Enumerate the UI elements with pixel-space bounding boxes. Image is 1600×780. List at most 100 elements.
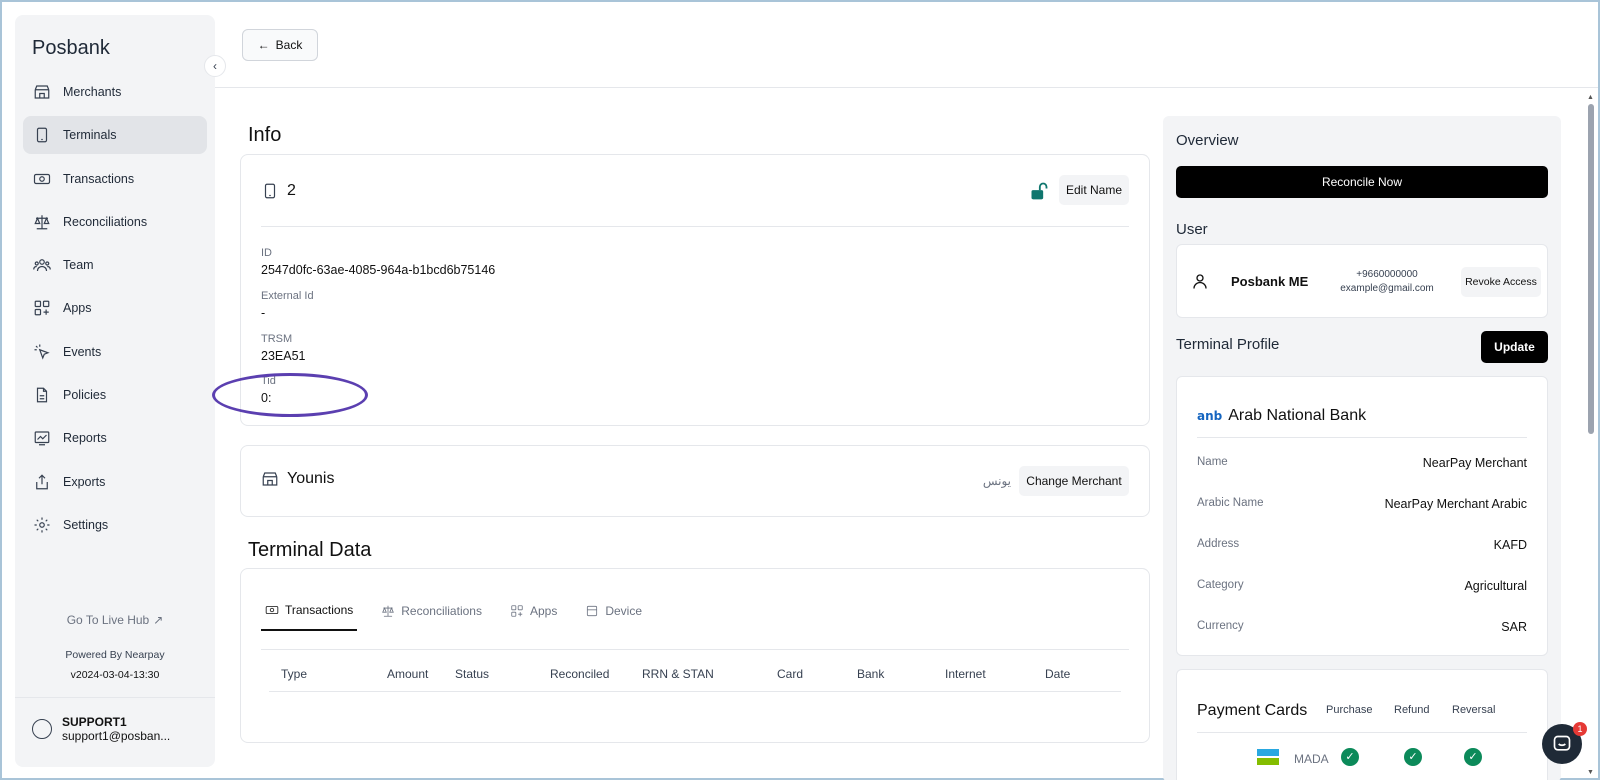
sidebar-item-label: Terminals: [63, 128, 117, 143]
id-value: 2547d0fc-63ae-4085-964a-b1bcd6b75146: [261, 263, 496, 277]
highlight-oval: [212, 373, 368, 417]
terminal-data-title: Terminal Data: [248, 539, 372, 561]
profile-label: Currency: [1197, 620, 1244, 632]
sidebar-item-team[interactable]: Team: [23, 246, 207, 284]
sidebar-item-label: Exports: [63, 474, 106, 489]
gear-icon: [34, 517, 50, 533]
merchant-arabic-name: يونس: [982, 474, 1011, 488]
unlock-icon[interactable]: [1029, 181, 1049, 201]
profile-row-arabic-name: Arabic Name NearPay Merchant Arabic: [1197, 497, 1527, 517]
device-icon: [587, 605, 598, 617]
chart-icon: [34, 431, 50, 446]
external-link-icon: ↗: [153, 613, 164, 627]
tab-label: Reconciliations: [401, 604, 482, 618]
sidebar-item-label: Settings: [63, 517, 109, 532]
column-header: RRN & STAN: [642, 667, 714, 681]
sidebar-item-reconciliations[interactable]: Reconciliations: [23, 203, 207, 241]
payment-cards-card: Payment Cards Purchase Refund Reversal M…: [1176, 669, 1548, 780]
banknote-icon: [33, 173, 51, 184]
external-id-label: External Id: [261, 290, 314, 302]
profile-label: Address: [1197, 538, 1240, 550]
tablet-icon: [36, 127, 48, 143]
user-avatar-icon: [32, 719, 52, 739]
sidebar-item-settings[interactable]: Settings: [23, 506, 207, 544]
profile-value: KAFD: [1493, 538, 1527, 552]
update-button[interactable]: Update: [1481, 331, 1548, 363]
go-live-label: Go To Live Hub: [66, 613, 150, 627]
sidebar-item-label: Events: [63, 344, 102, 359]
scale-icon: [34, 215, 50, 230]
profile-row-category: Category Agricultural: [1197, 579, 1527, 599]
external-id-value: -: [261, 306, 266, 320]
tab-label: Apps: [529, 604, 558, 618]
column-header: Type: [281, 667, 308, 681]
sidebar-item-exports[interactable]: Exports: [23, 463, 207, 501]
topbar: ← Back: [215, 2, 1598, 88]
sidebar-item-merchants[interactable]: Merchants: [23, 73, 207, 111]
sidebar-item-reports[interactable]: Reports: [23, 419, 207, 457]
share-icon: [36, 474, 48, 490]
reconcile-now-button[interactable]: Reconcile Now: [1176, 166, 1548, 198]
sidebar-item-events[interactable]: Events: [23, 333, 207, 371]
arrow-left-icon: ←: [257, 38, 270, 52]
profile-value: NearPay Merchant: [1422, 456, 1527, 470]
column-header: Reconciled: [550, 667, 610, 681]
column-header: Internet: [945, 667, 986, 681]
sidebar-item-label: Merchants: [63, 85, 122, 99]
tab-device[interactable]: Device: [581, 603, 646, 631]
sidebar-item-policies[interactable]: Policies: [23, 376, 207, 414]
back-button[interactable]: ← Back: [242, 29, 318, 61]
mada-logo-icon: [1257, 749, 1279, 765]
revoke-access-button[interactable]: Revoke Access: [1461, 267, 1541, 297]
profile-row-name: Name NearPay Merchant: [1197, 456, 1527, 476]
column-header: Date: [1045, 667, 1071, 681]
tab-transactions[interactable]: Transactions: [261, 603, 358, 631]
merchant-name: Younis: [287, 470, 335, 487]
chat-notification-badge: 1: [1573, 722, 1587, 736]
terminal-name-row: 2: [261, 181, 296, 201]
page-scrollbar[interactable]: ▲ ▼: [1586, 94, 1596, 776]
tab-label: Transactions: [285, 603, 354, 617]
assigned-user-name: Posbank ME: [1231, 274, 1309, 289]
scroll-down-arrow-icon[interactable]: ▼: [1587, 769, 1594, 776]
column-header: Bank: [857, 667, 885, 681]
tab-apps[interactable]: Apps: [506, 603, 561, 631]
bank-divider: [1197, 437, 1527, 438]
profile-label: Category: [1197, 579, 1244, 591]
users-icon: [33, 259, 51, 272]
scroll-up-arrow-icon[interactable]: ▲: [1587, 94, 1594, 101]
overview-panel: Overview Reconcile Now User Posbank ME +…: [1163, 116, 1561, 780]
brand-title: Posbank: [32, 37, 110, 59]
scroll-thumb[interactable]: [1588, 104, 1594, 434]
scale-icon: [382, 605, 395, 617]
powered-by: Powered By Nearpay: [65, 649, 165, 661]
current-user[interactable]: SUPPORT1 support1@posban...: [32, 715, 170, 743]
profile-row-address: Address KAFD: [1197, 538, 1527, 558]
transactions-table-header: Type Amount Status Reconciled RRN & STAN…: [261, 661, 1129, 691]
pointer-click-icon: [34, 344, 50, 360]
terminal-data-card: Transactions Reconciliations Apps Device…: [240, 568, 1150, 743]
bank-logo: anb: [1197, 409, 1223, 423]
terminal-name: 2: [287, 182, 296, 199]
user-icon: [1193, 274, 1207, 289]
tablet-icon: [264, 183, 276, 199]
trsm-value: 23EA51: [261, 349, 306, 363]
banknote-icon: [265, 606, 279, 614]
tab-reconciliations[interactable]: Reconciliations: [377, 603, 486, 631]
table-header-divider: [269, 691, 1121, 692]
info-title: Info: [248, 124, 282, 146]
go-live-hub-link[interactable]: Go To Live Hub ↗: [15, 613, 215, 627]
change-merchant-button[interactable]: Change Merchant: [1019, 466, 1129, 496]
terminal-profile-card: anb Arab National Bank Name NearPay Merc…: [1176, 376, 1548, 656]
check-icon: ✓: [1341, 748, 1359, 766]
edit-name-button[interactable]: Edit Name: [1059, 175, 1129, 205]
sidebar-item-transactions[interactable]: Transactions: [23, 160, 207, 198]
sidebar-item-terminals[interactable]: Terminals: [23, 116, 207, 155]
sidebar: Posbank ‹ Merchants Terminals Transactio…: [15, 15, 226, 767]
sidebar-item-apps[interactable]: Apps: [23, 289, 207, 327]
bank-row: anb Arab National Bank: [1197, 407, 1366, 425]
merchant-name-row: Younis: [261, 470, 334, 488]
overview-title: Overview: [1176, 132, 1239, 149]
terminal-data-tabs: Transactions Reconciliations Apps Device: [261, 603, 666, 631]
store-icon: [262, 472, 278, 486]
